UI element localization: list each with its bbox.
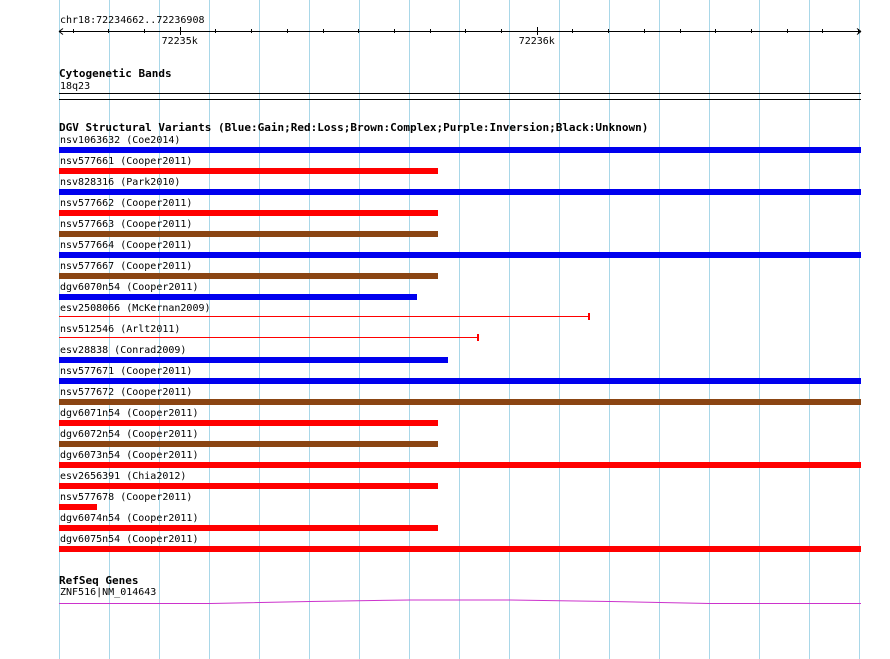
cytoband-track-title: Cytogenetic Bands [59, 67, 172, 80]
variant-feature[interactable] [59, 252, 861, 258]
variant-label[interactable]: dgv6074n54 (Cooper2011) [60, 513, 198, 524]
variant-label[interactable]: dgv6075n54 (Cooper2011) [60, 534, 198, 545]
variant-label[interactable]: dgv6071n54 (Cooper2011) [60, 408, 198, 419]
dgv-track-title: DGV Structural Variants (Blue:Gain;Red:L… [59, 121, 649, 134]
variant-label[interactable]: nsv577672 (Cooper2011) [60, 387, 192, 398]
variant-label[interactable]: esv2508066 (McKernan2009) [60, 303, 211, 314]
variant-feature[interactable] [59, 546, 861, 552]
variant-feature[interactable] [59, 357, 448, 363]
variant-feature[interactable] [59, 462, 861, 468]
variant-feature[interactable] [59, 231, 438, 237]
variant-label[interactable]: nsv577671 (Cooper2011) [60, 366, 192, 377]
scale-ruler[interactable]: 72235k 72236k [58, 25, 864, 47]
variant-feature[interactable] [59, 147, 861, 153]
variant-feature[interactable] [59, 273, 438, 279]
variant-label[interactable]: nsv577667 (Cooper2011) [60, 261, 192, 272]
variant-feature[interactable] [59, 210, 438, 216]
variant-feature[interactable] [59, 189, 861, 195]
cytoband-line-bottom [59, 99, 861, 100]
refseq-track-title: RefSeq Genes [59, 574, 139, 587]
variant-label[interactable]: nsv577662 (Cooper2011) [60, 198, 192, 209]
variant-label[interactable]: nsv577661 (Cooper2011) [60, 156, 192, 167]
variant-feature[interactable] [59, 168, 438, 174]
variant-feature[interactable] [59, 441, 438, 447]
variant-label[interactable]: esv28838 (Conrad2009) [60, 345, 186, 356]
variant-feature[interactable] [59, 294, 417, 300]
variant-feature[interactable] [59, 483, 438, 489]
cytoband-line-top [59, 93, 861, 94]
cytoband-label[interactable]: 18q23 [60, 81, 90, 92]
variant-label[interactable]: nsv577664 (Cooper2011) [60, 240, 192, 251]
variant-feature[interactable] [59, 504, 97, 510]
ruler-tick-label: 72236k [519, 36, 555, 47]
variant-feature[interactable] [59, 420, 438, 426]
refseq-gene-label[interactable]: ZNF516|NM_014643 [60, 587, 156, 598]
variant-label[interactable]: dgv6073n54 (Cooper2011) [60, 450, 198, 461]
variant-label[interactable]: nsv828316 (Park2010) [60, 177, 180, 188]
variant-label[interactable]: dgv6072n54 (Cooper2011) [60, 429, 198, 440]
variant-label[interactable]: nsv577663 (Cooper2011) [60, 219, 192, 230]
variant-label[interactable]: nsv577678 (Cooper2011) [60, 492, 192, 503]
variant-feature[interactable] [59, 313, 590, 320]
variant-feature[interactable] [59, 525, 438, 531]
variant-end-cap [588, 313, 590, 320]
variant-label[interactable]: nsv1063632 (Coe2014) [60, 135, 180, 146]
variant-label[interactable]: nsv512546 (Arlt2011) [60, 324, 180, 335]
variant-label[interactable]: dgv6070n54 (Cooper2011) [60, 282, 198, 293]
ruler-tick-label: 72235k [162, 36, 198, 47]
variant-end-cap [477, 334, 479, 341]
variant-feature[interactable] [59, 378, 861, 384]
variant-label[interactable]: esv2656391 (Chia2012) [60, 471, 186, 482]
variant-feature[interactable] [59, 334, 479, 341]
variant-feature[interactable] [59, 399, 861, 405]
